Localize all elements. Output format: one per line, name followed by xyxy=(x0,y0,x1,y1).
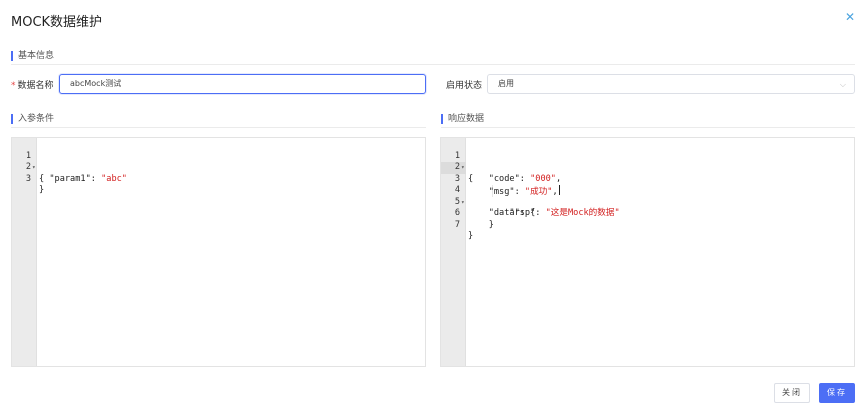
editor-line: 6 } xyxy=(441,197,854,230)
section-title-request-params: 入参条件 xyxy=(11,114,54,124)
editor-line: 7 } xyxy=(441,208,854,242)
editor-line: 3 } xyxy=(12,162,425,196)
editor-line: 1 ▾ { xyxy=(12,139,425,184)
editor-line: 2 "code": "000", xyxy=(441,151,854,184)
name-label: * 数据名称 xyxy=(11,78,54,91)
json-key: "param1": xyxy=(39,173,102,184)
divider xyxy=(11,127,426,128)
editor-line: 3 "msg": "成功", xyxy=(441,162,854,197)
close-icon[interactable]: ✕ xyxy=(845,10,855,24)
code-text: } xyxy=(39,185,45,195)
name-input[interactable]: abcMock测试 xyxy=(59,74,426,94)
editor-line: 2 "param1": "abc" xyxy=(12,151,425,184)
code-text: } xyxy=(468,219,494,230)
editor-line: 1 ▾ { xyxy=(441,139,854,184)
code-text: } xyxy=(468,231,474,241)
line-number: 7 xyxy=(454,219,460,230)
name-label-text: 数据名称 xyxy=(17,81,54,91)
close-button[interactable]: 关闭 xyxy=(774,383,810,403)
section-title-response-data: 响应数据 xyxy=(441,114,484,124)
response-json-editor[interactable]: 1 ▾ { 2 "code": "000", 3 "msg": "成功", 4 … xyxy=(440,137,855,367)
line-number: 3 xyxy=(25,173,31,184)
editor-line: 5 "rsp": "这是Mock的数据" xyxy=(441,185,854,219)
chevron-down-icon: ⌵ xyxy=(839,80,846,89)
editor-line: 4 ▾ "data": { xyxy=(441,174,854,218)
save-button[interactable]: 保存 xyxy=(819,383,855,403)
section-title-basic-info: 基本信息 xyxy=(11,51,54,61)
status-label: 启用状态 xyxy=(446,81,483,91)
required-mark: * xyxy=(11,81,16,91)
status-select[interactable]: 启用 ⌵ xyxy=(487,74,855,94)
status-select-value: 启用 xyxy=(498,79,514,88)
divider xyxy=(11,64,855,65)
divider xyxy=(441,127,855,128)
json-string: "abc" xyxy=(101,173,127,184)
request-json-editor[interactable]: 1 ▾ { 2 "param1": "abc" 3 } xyxy=(11,137,426,367)
code-text: "param1": "abc" xyxy=(39,174,127,186)
dialog-title: MOCK数据维护 xyxy=(11,15,103,30)
